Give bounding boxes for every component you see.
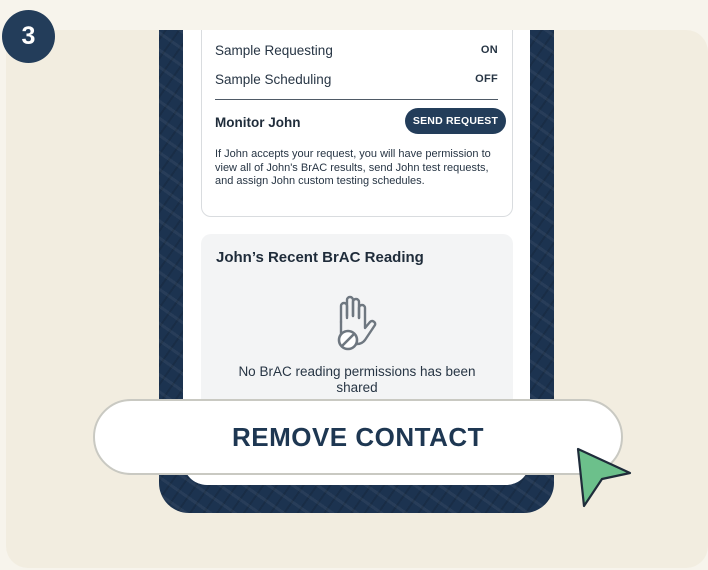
brac-card-title: John’s Recent BrAC Reading xyxy=(216,249,424,266)
monitor-info-text: If John accepts your request, you will h… xyxy=(215,148,491,187)
sample-requesting-value: ON xyxy=(480,44,498,56)
send-request-button[interactable]: SEND REQUEST xyxy=(405,108,506,134)
cursor-arrow-icon xyxy=(576,447,632,508)
sample-scheduling-value: OFF xyxy=(475,73,498,85)
sample-requesting-label: Sample Requesting xyxy=(215,42,333,58)
contact-settings-card: Sample Requesting ON Sample Scheduling O… xyxy=(201,30,513,217)
no-permission-message: No BrAC reading permissions has been sha… xyxy=(238,364,476,395)
hand-blocked-icon xyxy=(337,295,377,351)
sample-scheduling-label: Sample Scheduling xyxy=(215,71,332,87)
step-number: 3 xyxy=(21,22,36,50)
sample-requesting-row[interactable]: Sample Requesting ON xyxy=(215,40,498,60)
remove-contact-button[interactable]: REMOVE CONTACT xyxy=(93,399,623,475)
sample-scheduling-row[interactable]: Sample Scheduling OFF xyxy=(215,69,498,89)
monitor-label: Monitor John xyxy=(215,115,301,130)
divider xyxy=(215,99,498,100)
step-number-badge: 3 xyxy=(2,10,55,63)
